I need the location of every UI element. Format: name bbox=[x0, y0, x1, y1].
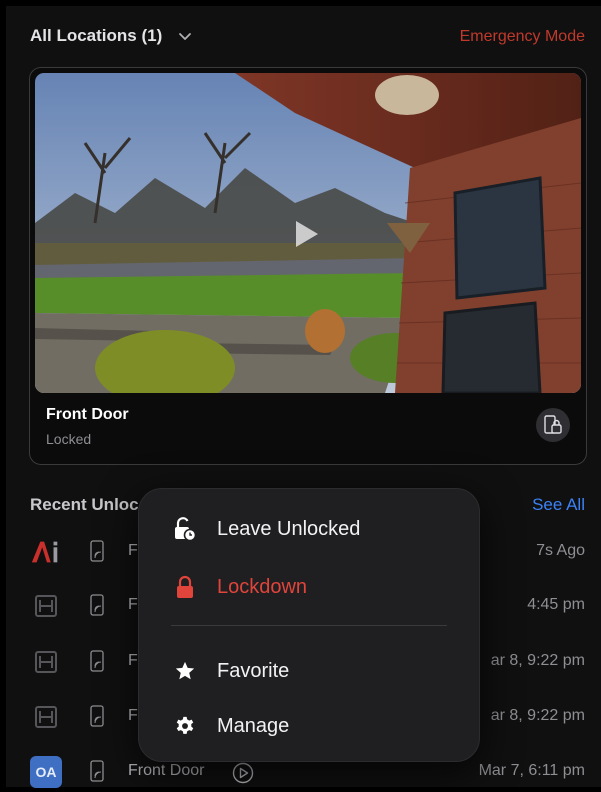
door-status: Locked bbox=[46, 431, 92, 447]
phone-nfc-icon bbox=[90, 760, 104, 782]
emergency-mode-link[interactable]: Emergency Mode bbox=[460, 28, 585, 46]
gear-icon bbox=[173, 714, 197, 738]
app-screen: All Locations (1) Emergency Mode Front D… bbox=[6, 6, 601, 788]
play-icon[interactable] bbox=[294, 219, 320, 249]
ai-logo-icon bbox=[30, 536, 62, 568]
see-all-link[interactable]: See All bbox=[532, 495, 585, 515]
menu-item-label: Favorite bbox=[217, 660, 290, 682]
context-menu: Leave Unlocked Lockdown Favorite Manage bbox=[138, 488, 480, 762]
unlock-time: ar 8, 9:22 pm bbox=[490, 652, 585, 669]
location-selector-label: All Locations (1) bbox=[30, 26, 163, 45]
hallway-logo-icon bbox=[30, 646, 62, 678]
camera-card[interactable]: Front Door Locked bbox=[29, 67, 587, 465]
unlock-door-name: F bbox=[128, 707, 138, 724]
menu-item-favorite[interactable]: Favorite bbox=[139, 649, 479, 693]
hallway-logo-icon bbox=[30, 701, 62, 733]
unlock-door-name: F bbox=[128, 542, 138, 559]
recent-unlocks-heading: Recent Unloc bbox=[30, 495, 139, 514]
menu-item-label: Leave Unlocked bbox=[217, 518, 361, 540]
unlocked-clock-icon bbox=[173, 517, 197, 541]
door-lock-icon bbox=[544, 415, 562, 434]
avatar: OA bbox=[30, 756, 62, 788]
unlock-door-name: F bbox=[128, 596, 138, 613]
lock-icon bbox=[173, 575, 197, 599]
unlock-time: 4:45 pm bbox=[527, 596, 585, 613]
unlock-time: ar 8, 9:22 pm bbox=[490, 707, 585, 724]
chevron-down-icon bbox=[179, 33, 192, 40]
phone-nfc-icon bbox=[90, 540, 104, 562]
unlock-time: Mar 7, 6:11 pm bbox=[478, 762, 585, 779]
phone-nfc-icon bbox=[90, 650, 104, 672]
unlock-door-name: F bbox=[128, 652, 138, 669]
location-selector[interactable]: All Locations (1) bbox=[30, 26, 194, 46]
phone-nfc-icon bbox=[90, 705, 104, 727]
star-icon bbox=[173, 659, 197, 683]
menu-item-leave-unlocked[interactable]: Leave Unlocked bbox=[139, 507, 479, 551]
unlock-time: 7s Ago bbox=[536, 542, 585, 559]
unlock-door-name: Front Door bbox=[128, 762, 205, 779]
menu-item-manage[interactable]: Manage bbox=[139, 704, 479, 748]
menu-item-label: Manage bbox=[217, 715, 290, 737]
phone-nfc-icon bbox=[90, 594, 104, 616]
hallway-logo-icon bbox=[30, 590, 62, 622]
menu-divider bbox=[171, 625, 447, 626]
camera-feed[interactable] bbox=[35, 73, 581, 393]
door-name: Front Door bbox=[46, 406, 129, 423]
play-circle-icon[interactable] bbox=[232, 762, 254, 784]
lock-toggle-button[interactable] bbox=[536, 408, 570, 442]
menu-item-lockdown[interactable]: Lockdown bbox=[139, 565, 479, 609]
menu-item-label: Lockdown bbox=[217, 576, 308, 598]
